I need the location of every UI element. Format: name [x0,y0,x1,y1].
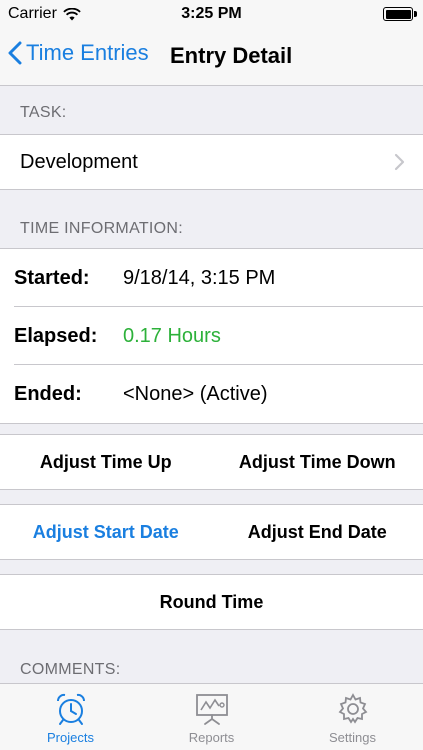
started-label: Started: [14,266,90,289]
started-value: 9/18/14, 3:15 PM [123,266,276,289]
task-group: Development [0,134,423,190]
adjust-time-down-button[interactable]: Adjust Time Down [212,435,423,489]
tab-settings-label: Settings [329,730,376,745]
adjust-end-date-button[interactable]: Adjust End Date [212,505,423,559]
page-title: Entry Detail [170,43,293,68]
ended-value: <None> (Active) [123,382,268,405]
adjust-start-date-button[interactable]: Adjust Start Date [0,505,212,559]
task-section-header: TASK: [20,104,67,121]
round-time-group: Round Time [0,574,423,630]
task-value: Development [20,150,138,173]
elapsed-value: 0.17 Hours [123,324,221,347]
chevron-right-icon [394,153,405,171]
tab-projects-label: Projects [47,730,94,745]
started-row: Started: 9/18/14, 3:15 PM [0,249,423,307]
elapsed-label: Elapsed: [14,324,98,347]
tab-settings[interactable]: Settings [282,684,423,750]
adjust-time-up-button[interactable]: Adjust Time Up [0,435,212,489]
back-button[interactable]: Time Entries [8,40,149,66]
ended-row: Ended: <None> (Active) [0,365,423,423]
status-time: 3:25 PM [181,5,242,22]
chart-board-icon [195,694,228,725]
time-info-group: Started: 9/18/14, 3:15 PM Elapsed: 0.17 … [0,248,423,424]
gear-icon [338,693,367,724]
round-time-button[interactable]: Round Time [0,575,423,629]
tab-bar: Projects Reports Settings [0,683,423,750]
adjust-time-group: Adjust Time Up Adjust Time Down [0,434,423,490]
task-row[interactable]: Development [0,135,423,189]
tab-reports-label: Reports [188,730,235,745]
time-info-section-header: TIME INFORMATION: [20,220,184,237]
ended-label: Ended: [14,382,82,405]
tab-projects[interactable]: Projects [0,684,141,750]
chevron-left-icon [8,41,22,65]
status-bar: Carrier 3:25 PM [0,0,423,28]
alarm-clock-icon [56,693,85,725]
back-button-label: Time Entries [26,40,149,65]
comments-section-header: COMMENTS: [20,661,121,678]
battery-icon [383,7,417,21]
navigation-bar: Time Entries Entry Detail [0,28,423,86]
tab-reports[interactable]: Reports [141,684,282,750]
adjust-date-group: Adjust Start Date Adjust End Date [0,504,423,560]
elapsed-row: Elapsed: 0.17 Hours [0,307,423,365]
